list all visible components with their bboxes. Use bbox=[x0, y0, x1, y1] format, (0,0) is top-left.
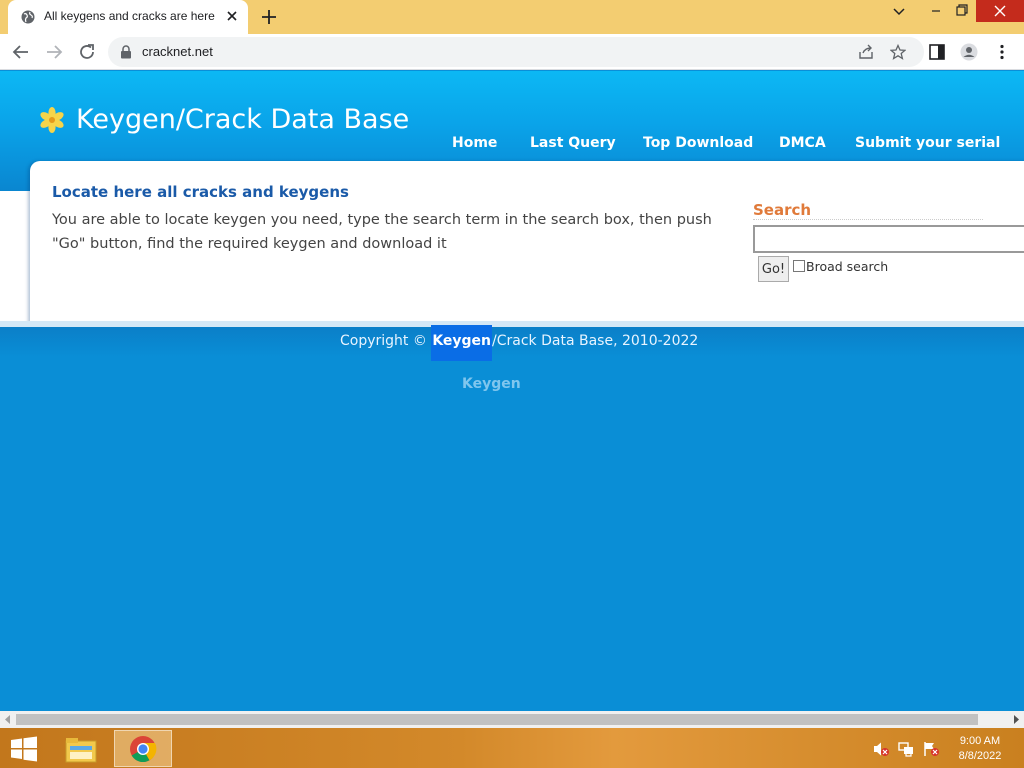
lock-icon[interactable] bbox=[120, 45, 132, 59]
panel-heading: Locate here all cracks and keygens bbox=[52, 183, 349, 201]
panel-description: You are able to locate keygen you need, … bbox=[52, 212, 712, 252]
copyright-highlight: Keygen bbox=[431, 325, 493, 361]
window-close-button[interactable] bbox=[976, 0, 1024, 22]
nav-home[interactable]: Home bbox=[452, 135, 497, 151]
nav-submit-serial[interactable]: Submit your serial bbox=[855, 135, 1000, 151]
go-button[interactable]: Go! bbox=[758, 256, 789, 282]
site-title[interactable]: Keygen/Crack Data Base bbox=[76, 104, 409, 135]
scrollbar-thumb[interactable] bbox=[16, 714, 978, 725]
address-bar[interactable]: cracknet.net bbox=[108, 37, 924, 67]
nav-top-download[interactable]: Top Download bbox=[643, 135, 753, 151]
minimize-icon[interactable] bbox=[924, 0, 948, 22]
close-icon bbox=[994, 5, 1006, 17]
chrome-icon bbox=[130, 736, 157, 763]
horizontal-scrollbar[interactable] bbox=[0, 711, 1024, 728]
file-explorer-icon[interactable] bbox=[62, 732, 100, 766]
browser-toolbar: cracknet.net bbox=[0, 34, 1024, 70]
action-center-flag-icon[interactable] bbox=[922, 741, 940, 757]
chevron-down-icon[interactable] bbox=[888, 0, 910, 22]
globe-icon bbox=[21, 10, 35, 24]
close-tab-icon[interactable] bbox=[224, 8, 240, 24]
share-icon[interactable] bbox=[858, 44, 874, 60]
scroll-left-icon[interactable] bbox=[4, 715, 12, 724]
clock-time: 9:00 AM bbox=[959, 735, 1001, 747]
back-arrow-icon[interactable] bbox=[12, 43, 30, 61]
side-panel-icon[interactable] bbox=[928, 43, 946, 61]
chrome-taskbar-button[interactable] bbox=[114, 730, 172, 767]
tab-strip: All keygens and cracks are here bbox=[0, 0, 1024, 34]
reload-icon[interactable] bbox=[78, 43, 96, 61]
broad-search-checkbox[interactable] bbox=[793, 260, 805, 272]
browser-tab[interactable]: All keygens and cracks are here bbox=[8, 0, 248, 34]
menu-dots-icon[interactable] bbox=[993, 43, 1011, 61]
tab-title: All keygens and cracks are here bbox=[44, 9, 215, 23]
search-divider bbox=[753, 219, 983, 220]
nav-dmca[interactable]: DMCA bbox=[779, 135, 826, 151]
flower-logo-icon bbox=[40, 107, 64, 133]
speaker-muted-icon[interactable] bbox=[872, 741, 890, 757]
copyright-prefix: Copyright © bbox=[340, 333, 432, 349]
search-input[interactable] bbox=[753, 225, 1024, 253]
copyright-text: Copyright © Keygen/Crack Data Base, 2010… bbox=[340, 325, 699, 361]
profile-avatar-icon[interactable] bbox=[960, 43, 978, 61]
taskbar: 9:00 AM 8/8/2022 bbox=[0, 728, 1024, 768]
broad-search-label[interactable]: Broad search bbox=[806, 259, 888, 274]
nav-last-query[interactable]: Last Query bbox=[530, 135, 616, 151]
new-tab-icon[interactable] bbox=[260, 8, 278, 26]
forward-arrow-icon[interactable] bbox=[45, 43, 63, 61]
restore-icon[interactable] bbox=[950, 0, 974, 22]
content-panel: Locate here all cracks and keygens You a… bbox=[30, 161, 1024, 325]
footer-keygen-link[interactable]: Keygen bbox=[462, 376, 521, 392]
network-icon[interactable] bbox=[897, 741, 915, 757]
web-page: Keygen/Crack Data Base Home Last Query T… bbox=[0, 71, 1024, 711]
panel-edge bbox=[0, 191, 30, 321]
copyright-suffix: /Crack Data Base, 2010-2022 bbox=[492, 333, 699, 349]
url-text[interactable]: cracknet.net bbox=[142, 44, 213, 59]
system-clock[interactable]: 9:00 AM 8/8/2022 bbox=[950, 734, 1010, 764]
star-icon[interactable] bbox=[890, 44, 906, 60]
windows-start-icon[interactable] bbox=[10, 736, 38, 762]
clock-date: 8/8/2022 bbox=[958, 750, 1002, 762]
scroll-right-icon[interactable] bbox=[1012, 715, 1020, 724]
search-label: Search bbox=[753, 201, 812, 219]
